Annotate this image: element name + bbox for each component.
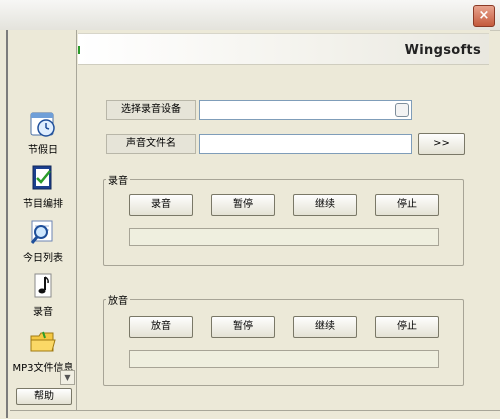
- record-group: 录音: [103, 172, 464, 266]
- device-label: 选择录音设备: [106, 100, 196, 120]
- search-document-icon: [29, 218, 57, 246]
- notepad-icon: [29, 164, 57, 192]
- sidebar-item-program-schedule[interactable]: 节目编排: [10, 164, 76, 210]
- folder-icon: [29, 328, 57, 356]
- play-group-title: 放音: [108, 296, 128, 307]
- stopwatch-icon: [29, 110, 57, 138]
- dropdown-button[interactable]: [395, 103, 409, 117]
- chevron-down-icon[interactable]: ▼: [60, 370, 75, 385]
- sidebar: 节假日 节目编排 今日列表 录音 MP3文件信息 ▼ 帮助: [10, 30, 77, 418]
- play-resume-button[interactable]: 继续: [293, 316, 357, 338]
- record-button[interactable]: 录音: [129, 194, 193, 216]
- record-group-title: 录音: [108, 176, 128, 187]
- window-titlebar: ×: [0, 0, 500, 31]
- sidebar-item-mp3-info[interactable]: MP3文件信息: [10, 328, 76, 374]
- browse-button[interactable]: >>: [418, 133, 465, 155]
- sidebar-item-record[interactable]: 录音: [10, 272, 76, 318]
- music-note-icon: [29, 272, 57, 300]
- record-progress-bar: [129, 228, 439, 246]
- accent-mark: [78, 46, 80, 54]
- device-select[interactable]: [199, 100, 412, 120]
- play-stop-button[interactable]: 停止: [375, 316, 439, 338]
- play-pause-button[interactable]: 暂停: [211, 316, 275, 338]
- help-button[interactable]: 帮助: [16, 388, 72, 405]
- play-group: 放音: [103, 292, 464, 386]
- play-button[interactable]: 放音: [129, 316, 193, 338]
- sidebar-item-today-list[interactable]: 今日列表: [10, 218, 76, 264]
- record-resume-button[interactable]: 继续: [293, 194, 357, 216]
- header-banner: Wingsofts: [78, 33, 489, 65]
- sidebar-item-label: 节目编排: [23, 199, 63, 210]
- sidebar-item-label: 今日列表: [23, 253, 63, 264]
- record-stop-button[interactable]: 停止: [375, 194, 439, 216]
- play-progress-bar: [129, 350, 439, 368]
- sidebar-item-holidays[interactable]: 节假日: [10, 110, 76, 156]
- record-pause-button[interactable]: 暂停: [211, 194, 275, 216]
- sidebar-item-label: 节假日: [28, 145, 58, 156]
- sidebar-item-label: 录音: [33, 307, 53, 318]
- filename-label: 声音文件名: [106, 134, 196, 154]
- close-button[interactable]: ×: [473, 5, 495, 27]
- brand-logo: Wingsofts: [404, 43, 481, 58]
- main-panel: Wingsofts 选择录音设备 声音文件名 >> 录音 录音 暂停 继续 停止…: [77, 30, 490, 411]
- filename-input[interactable]: [199, 134, 412, 154]
